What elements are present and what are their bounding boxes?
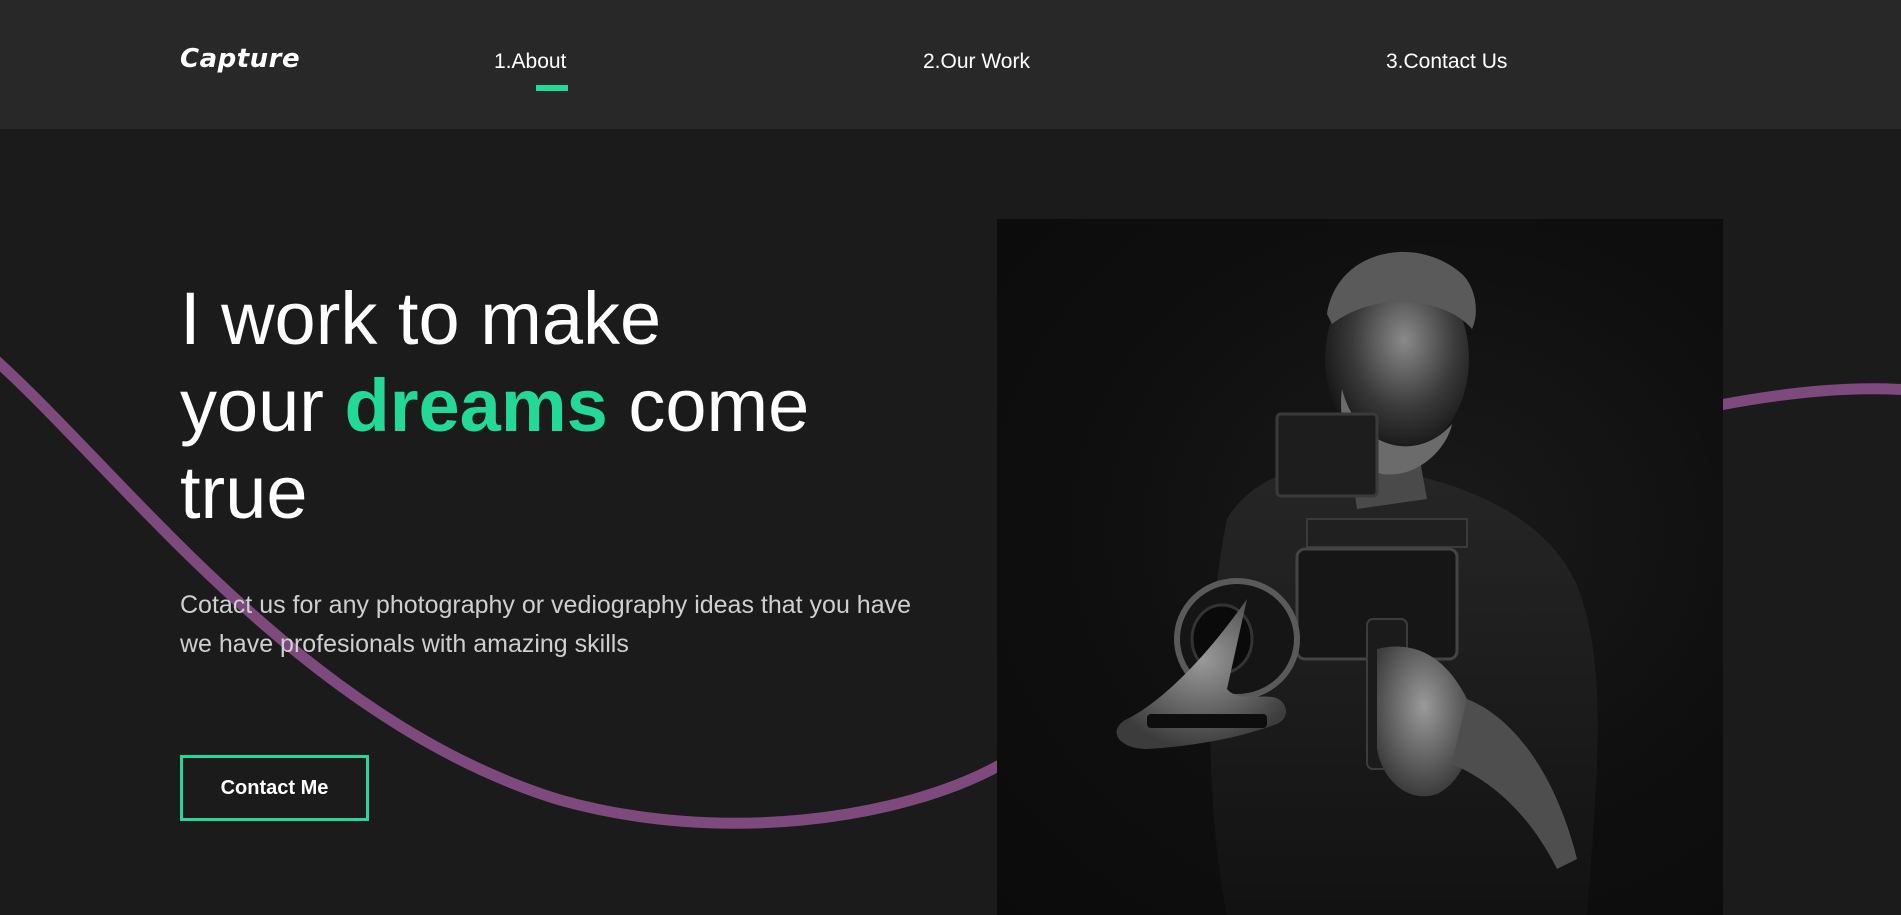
navbar: Capture 1.About 2.Our Work 3.Contact Us	[0, 0, 1901, 129]
wave-line-right	[1714, 383, 1901, 411]
contact-me-button[interactable]: Contact Me	[180, 755, 369, 821]
hero-title-line1: I work to make	[180, 277, 662, 360]
camera-monitor	[1275, 412, 1379, 498]
nav-active-indicator	[536, 85, 568, 91]
hero-title-line2-post: come	[607, 364, 810, 447]
hero-title-line3: true	[180, 451, 308, 534]
nav-link-contact-us[interactable]: 3.Contact Us	[1386, 50, 1507, 74]
hero-title: I work to make your dreams come true	[180, 275, 809, 536]
nav-link-about[interactable]: 1.About	[494, 50, 566, 74]
hero-photo	[997, 219, 1723, 915]
hero-title-accent: dreams	[344, 364, 608, 447]
camera-cage	[1306, 518, 1468, 548]
hero-description: Cotact us for any photography or vediogr…	[180, 591, 912, 658]
hero-title-line2-pre: your	[180, 364, 345, 447]
photographer-image	[1116, 251, 1598, 915]
landing-page: Capture 1.About 2.Our Work 3.Contact Us …	[0, 0, 1901, 915]
nav-link-our-work[interactable]: 2.Our Work	[923, 50, 1030, 74]
phone-in-hand	[1147, 714, 1267, 728]
logo[interactable]: Capture	[180, 44, 300, 74]
